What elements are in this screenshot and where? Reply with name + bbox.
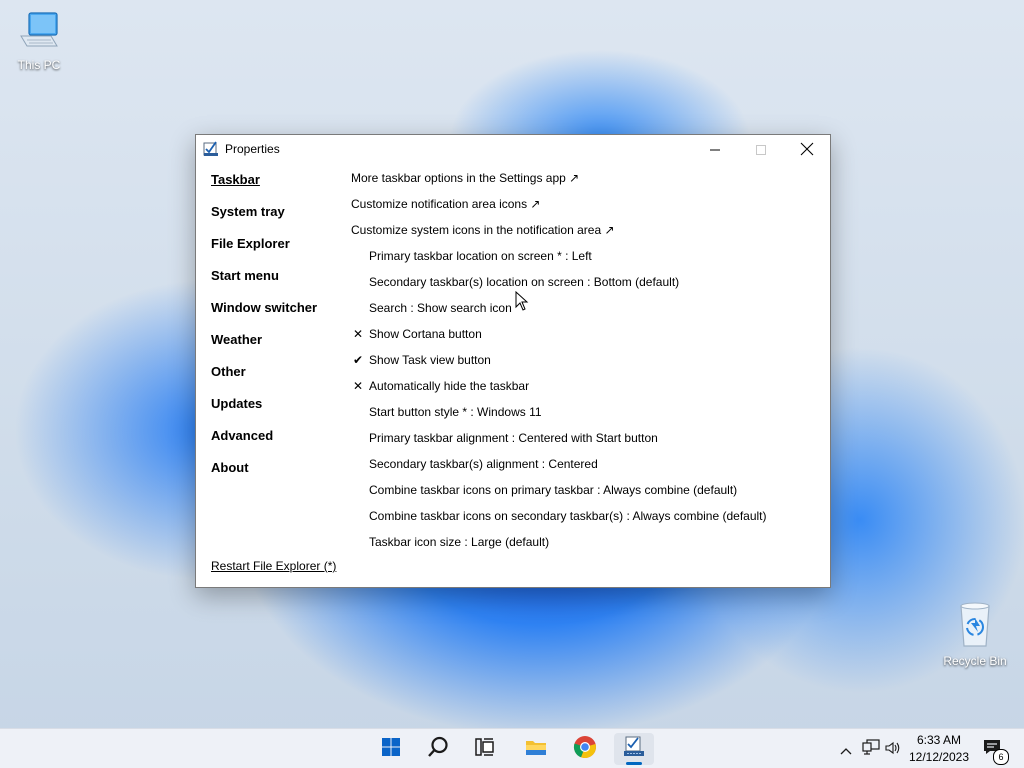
close-button[interactable]: [784, 135, 830, 165]
clock-time: 6:33 AM: [916, 733, 962, 747]
properties-icon: [623, 736, 645, 762]
network-button[interactable]: [860, 729, 882, 768]
nav-item-start-menu[interactable]: Start menu: [211, 267, 341, 299]
option-primary-taskbar-alignment[interactable]: Primary taskbar alignment : Centered wit…: [351, 429, 821, 455]
nav-item-system-tray[interactable]: System tray: [211, 203, 341, 235]
desktop-icon-recycle-bin[interactable]: Recycle Bin: [937, 600, 1013, 668]
title-bar[interactable]: Properties: [196, 135, 830, 165]
show-hidden-icons-button[interactable]: [836, 729, 856, 768]
taskbar-options: More taskbar options in the Settings app…: [351, 169, 821, 559]
option-label: Combine taskbar icons on secondary taskb…: [369, 509, 767, 523]
option-label: Primary taskbar alignment : Centered wit…: [369, 431, 658, 445]
option-label: Secondary taskbar(s) alignment : Centere…: [369, 457, 598, 471]
minimize-button[interactable]: [692, 135, 738, 165]
option-label: Taskbar icon size : Large (default): [369, 535, 550, 549]
option-label: Primary taskbar location on screen * : L…: [369, 249, 592, 263]
nav-item-about[interactable]: About: [211, 459, 341, 491]
option-taskbar-icon-size[interactable]: Taskbar icon size : Large (default): [351, 533, 821, 559]
task-view-button[interactable]: [465, 733, 505, 765]
properties-app-button[interactable]: [614, 733, 654, 765]
nav-item-file-explorer[interactable]: File Explorer: [211, 235, 341, 267]
nav-item-taskbar[interactable]: Taskbar: [211, 171, 341, 203]
option-search[interactable]: Search : Show search icon: [351, 299, 821, 325]
cross-icon: ✕: [352, 379, 364, 393]
minimize-icon: [709, 141, 721, 160]
recycle-bin-icon: [937, 600, 1013, 651]
network-icon: [862, 739, 880, 759]
taskbar: 6:33 AM 12/12/2023 6: [0, 728, 1024, 768]
option-start-button-style[interactable]: Start button style * : Windows 11: [351, 403, 821, 429]
active-app-indicator: [626, 762, 642, 765]
option-label: Show Task view button: [369, 353, 491, 367]
clock[interactable]: 6:33 AM 12/12/2023: [904, 732, 974, 766]
maximize-icon: [755, 141, 767, 160]
option-label: Automatically hide the taskbar: [369, 379, 530, 393]
window-title: Properties: [225, 142, 280, 156]
search-button[interactable]: [418, 733, 458, 765]
option-label: Show Cortana button: [369, 327, 482, 341]
volume-icon: [885, 740, 901, 759]
windows-logo-icon: [382, 738, 400, 760]
properties-window: Properties Taskbar System tray File Expl…: [195, 134, 831, 588]
checkmark-icon: ✔: [352, 353, 364, 367]
option-secondary-taskbar-alignment[interactable]: Secondary taskbar(s) alignment : Centere…: [351, 455, 821, 481]
folder-icon: [525, 738, 547, 760]
nav-item-updates[interactable]: Updates: [211, 395, 341, 427]
volume-button[interactable]: [883, 729, 903, 768]
option-label: Customize notification area icons ↗: [351, 197, 541, 211]
option-label: More taskbar options in the Settings app…: [351, 171, 580, 185]
search-icon: [427, 736, 449, 762]
mouse-cursor-icon: [515, 290, 529, 315]
nav-item-other[interactable]: Other: [211, 363, 341, 395]
option-label: Customize system icons in the notificati…: [351, 223, 615, 237]
computer-icon: [1, 10, 77, 55]
notification-count-badge: 6: [993, 749, 1009, 765]
chevron-up-icon: [840, 740, 852, 759]
desktop: This PC Recycle Bin Properties Taskbar S…: [0, 0, 1024, 768]
option-combine-primary[interactable]: Combine taskbar icons on primary taskbar…: [351, 481, 821, 507]
option-show-task-view-button[interactable]: ✔ Show Task view button: [351, 351, 821, 377]
option-label: Start button style * : Windows 11: [369, 405, 542, 419]
close-icon: [800, 141, 814, 160]
nav-item-window-switcher[interactable]: Window switcher: [211, 299, 341, 331]
notification-icons-link[interactable]: Customize notification area icons ↗: [351, 195, 821, 221]
chrome-button[interactable]: [565, 733, 605, 765]
option-show-cortana-button[interactable]: ✕ Show Cortana button: [351, 325, 821, 351]
option-primary-taskbar-location[interactable]: Primary taskbar location on screen * : L…: [351, 247, 821, 273]
desktop-icon-label: Recycle Bin: [943, 654, 1007, 668]
nav-item-weather[interactable]: Weather: [211, 331, 341, 363]
cross-icon: ✕: [352, 327, 364, 341]
desktop-icon-this-pc[interactable]: This PC: [1, 10, 77, 72]
system-icons-link[interactable]: Customize system icons in the notificati…: [351, 221, 821, 247]
option-auto-hide-taskbar[interactable]: ✕ Automatically hide the taskbar: [351, 377, 821, 403]
file-explorer-button[interactable]: [516, 733, 556, 765]
settings-app-link[interactable]: More taskbar options in the Settings app…: [351, 169, 821, 195]
option-secondary-taskbar-location[interactable]: Secondary taskbar(s) location on screen …: [351, 273, 821, 299]
option-label: Secondary taskbar(s) location on screen …: [369, 275, 680, 289]
chrome-icon: [573, 735, 597, 763]
start-button[interactable]: [371, 733, 411, 765]
nav-item-advanced[interactable]: Advanced: [211, 427, 341, 459]
restart-file-explorer-link[interactable]: Restart File Explorer (*): [211, 559, 336, 573]
task-view-icon: [475, 738, 495, 760]
option-label: Search : Show search icon: [369, 301, 512, 315]
option-combine-secondary[interactable]: Combine taskbar icons on secondary taskb…: [351, 507, 821, 533]
section-nav: Taskbar System tray File Explorer Start …: [211, 171, 341, 491]
properties-icon: [203, 141, 219, 157]
clock-date: 12/12/2023: [908, 750, 970, 764]
option-label: Combine taskbar icons on primary taskbar…: [369, 483, 738, 497]
maximize-button[interactable]: [738, 135, 784, 165]
desktop-icon-label: This PC: [17, 58, 61, 72]
